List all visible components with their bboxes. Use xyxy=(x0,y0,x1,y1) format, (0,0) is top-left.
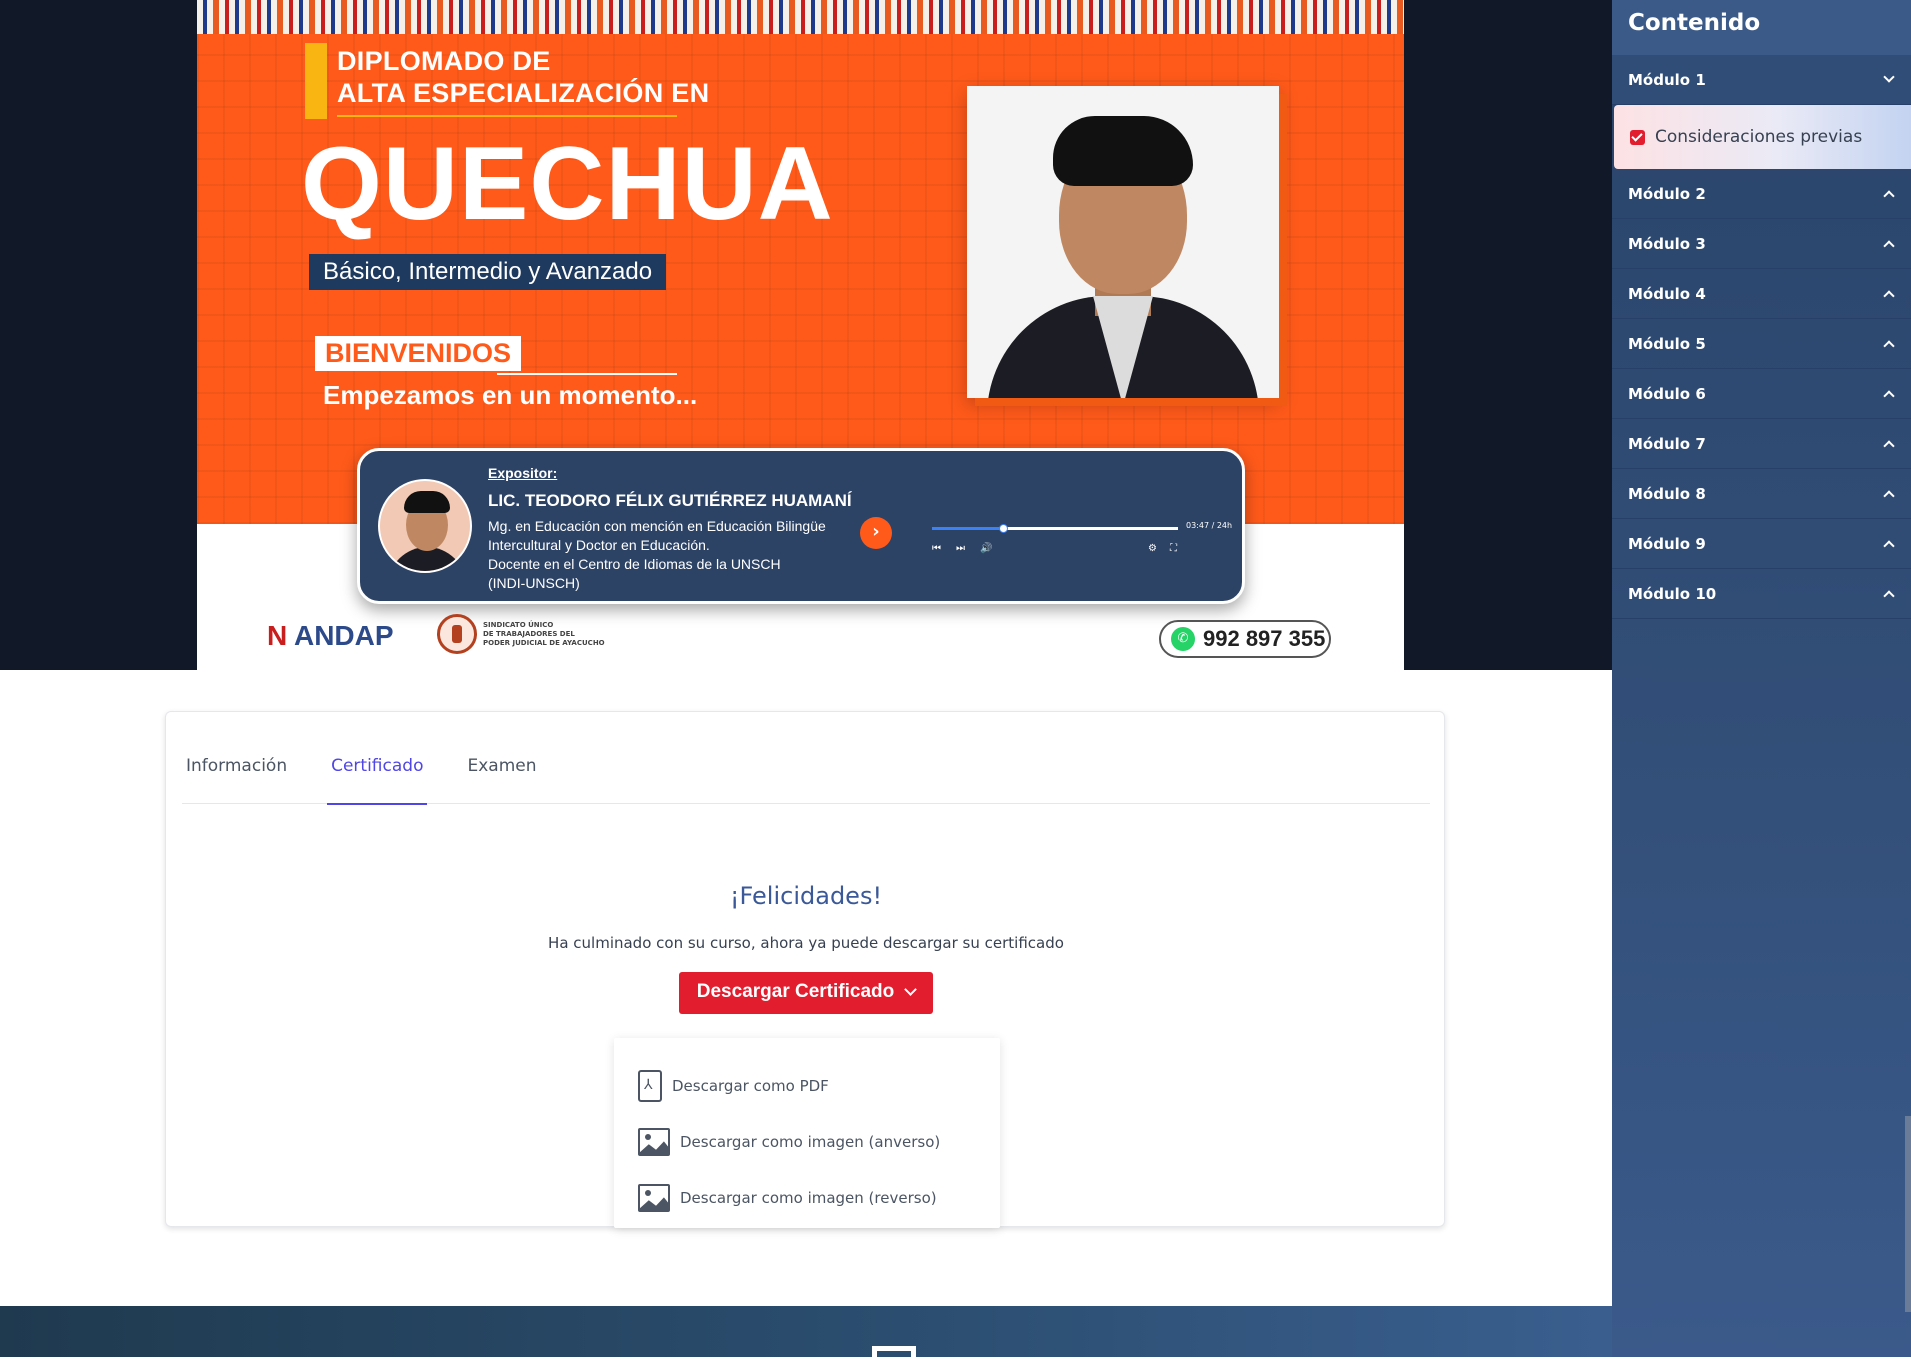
speaker-description: Mg. en Educación con mención en Educació… xyxy=(488,517,848,593)
download-button-label: Descargar Certificado xyxy=(696,981,895,1002)
course-card: Información Certificado Examen ¡Felicida… xyxy=(165,711,1446,1228)
banner-course-name: QUECHUA xyxy=(301,126,834,242)
lesson-label: Consideraciones previas xyxy=(1655,127,1863,147)
speaker-desc-line: Docente en el Centro de Idiomas de la UN… xyxy=(488,556,781,572)
download-certificate-button[interactable]: Descargar Certificado xyxy=(678,972,934,1014)
certificate-panel: ¡Felicidades! Ha culminado con su curso,… xyxy=(166,882,1446,1014)
speaker-avatar xyxy=(378,479,472,573)
player-progress-thumb[interactable] xyxy=(999,524,1009,533)
speaker-desc-line: Mg. en Educación con mención en Educació… xyxy=(488,518,826,534)
player-progress-bar[interactable] xyxy=(932,524,1178,533)
module-label: Módulo 2 xyxy=(1628,184,1706,203)
pdf-icon xyxy=(638,1070,662,1102)
download-front-image-option[interactable]: Descargar como imagen (anverso) xyxy=(614,1114,1000,1170)
footer-logo xyxy=(872,1346,916,1360)
banner-starting-text: Empezamos en un momento... xyxy=(323,380,698,410)
tabs: Información Certificado Examen xyxy=(182,712,1430,805)
lesson-consideraciones-previas[interactable]: Consideraciones previas xyxy=(1614,105,1911,169)
whatsapp-contact: ✆ 992 897 355 xyxy=(1159,620,1331,658)
module-1[interactable]: Módulo 1 xyxy=(1612,55,1911,105)
image-icon xyxy=(638,1184,670,1212)
module-7[interactable]: Módulo 7 xyxy=(1612,419,1911,469)
skip-back-icon[interactable]: ⏮ xyxy=(932,543,941,554)
chevron-up-icon xyxy=(1883,239,1895,252)
module-5[interactable]: Módulo 5 xyxy=(1612,319,1911,369)
chevron-down-icon xyxy=(904,982,918,996)
congrats-title: ¡Felicidades! xyxy=(729,882,883,910)
course-banner-video[interactable]: DIPLOMADO DE ALTA ESPECIALIZACIÓN EN QUE… xyxy=(197,0,1404,670)
module-10[interactable]: Módulo 10 xyxy=(1612,569,1911,619)
download-back-image-option[interactable]: Descargar como imagen (reverso) xyxy=(614,1170,1000,1226)
speaker-card: Expositor: LIC. TEODORO FÉLIX GUTIÉRREZ … xyxy=(357,448,1245,604)
banner-welcome: BIENVENIDOS xyxy=(315,336,522,371)
checkbox-checked-icon[interactable] xyxy=(1630,129,1645,145)
sidebar-title: Contenido xyxy=(1612,0,1911,55)
module-label: Módulo 8 xyxy=(1628,484,1706,503)
content-sidebar: Contenido Módulo 1 Consideraciones previ… xyxy=(1612,0,1911,1357)
module-label: Módulo 10 xyxy=(1628,584,1717,603)
tab-examen[interactable]: Examen xyxy=(463,712,540,804)
image-icon xyxy=(638,1128,670,1156)
download-option-label: Descargar como imagen (anverso) xyxy=(680,1133,941,1151)
module-label: Módulo 6 xyxy=(1628,384,1706,403)
module-label: Módulo 5 xyxy=(1628,334,1706,353)
chevron-up-icon xyxy=(1883,489,1895,502)
chevron-up-icon xyxy=(1883,539,1895,552)
player-progress-fill xyxy=(932,527,1004,530)
banner-title-line2: ALTA ESPECIALIZACIÓN EN xyxy=(337,78,710,108)
banner-accent-bar xyxy=(305,43,327,119)
speaker-desc-line: Intercultural y Doctor en Educación. xyxy=(488,537,710,553)
speaker-name: LIC. TEODORO FÉLIX GUTIÉRREZ HUAMANÍ xyxy=(488,491,852,510)
module-9[interactable]: Módulo 9 xyxy=(1612,519,1911,569)
module-label: Módulo 4 xyxy=(1628,284,1706,303)
phone-number: 992 897 355 xyxy=(1203,626,1326,651)
download-option-label: Descargar como imagen (reverso) xyxy=(680,1189,937,1207)
fullscreen-icon[interactable]: ⛶ xyxy=(1170,543,1177,554)
banner-pattern xyxy=(197,0,1404,34)
banner-divider xyxy=(337,115,677,117)
sindicato-logo: SINDICATO ÚNICO DE TRABAJADORES DEL PODE… xyxy=(437,614,613,654)
module-6[interactable]: Módulo 6 xyxy=(1612,369,1911,419)
tab-certificado[interactable]: Certificado xyxy=(327,712,428,805)
chevron-up-icon xyxy=(1883,289,1895,302)
sindicato-seal-icon xyxy=(437,614,477,654)
module-label: Módulo 7 xyxy=(1628,434,1706,453)
speaker-label: Expositor: xyxy=(488,465,558,481)
play-arrow-icon[interactable]: › xyxy=(860,517,892,549)
sidebar-scrollbar[interactable] xyxy=(1905,1116,1911,1312)
chevron-up-icon xyxy=(1883,389,1895,402)
andap-logo: N ANDAP xyxy=(267,620,394,651)
whatsapp-icon: ✆ xyxy=(1171,627,1195,651)
banner-welcome-divider xyxy=(497,373,677,375)
player-time: 03:47 / 24h xyxy=(1186,521,1233,530)
congrats-message: Ha culminado con su curso, ahora ya pued… xyxy=(548,934,1064,952)
banner-levels: Básico, Intermedio y Avanzado xyxy=(309,254,667,290)
module-3[interactable]: Módulo 3 xyxy=(1612,219,1911,269)
skip-forward-icon[interactable]: ⏭ xyxy=(956,543,965,554)
download-pdf-option[interactable]: Descargar como PDF xyxy=(614,1058,1000,1114)
chevron-up-icon xyxy=(1883,439,1895,452)
module-label: Módulo 1 xyxy=(1628,70,1706,89)
volume-icon[interactable]: 🔊 xyxy=(980,543,992,554)
speaker-photo xyxy=(967,86,1279,398)
module-4[interactable]: Módulo 4 xyxy=(1612,269,1911,319)
page-footer xyxy=(0,1306,1612,1360)
chevron-down-icon xyxy=(1883,70,1895,83)
module-label: Módulo 9 xyxy=(1628,534,1706,553)
banner-title-line1: DIPLOMADO DE xyxy=(337,46,551,76)
download-option-label: Descargar como PDF xyxy=(672,1077,829,1095)
chevron-up-icon xyxy=(1883,339,1895,352)
chevron-up-icon xyxy=(1883,189,1895,202)
download-dropdown-menu: Descargar como PDF Descargar como imagen… xyxy=(614,1038,1000,1228)
video-player[interactable]: DIPLOMADO DE ALTA ESPECIALIZACIÓN EN QUE… xyxy=(0,0,1612,670)
module-8[interactable]: Módulo 8 xyxy=(1612,469,1911,519)
chevron-up-icon xyxy=(1883,589,1895,602)
main-content: DIPLOMADO DE ALTA ESPECIALIZACIÓN EN QUE… xyxy=(0,0,1612,1360)
speaker-desc-line: (INDI-UNSCH) xyxy=(488,575,580,591)
module-2[interactable]: Módulo 2 xyxy=(1612,169,1911,219)
tab-informacion[interactable]: Información xyxy=(182,712,291,804)
settings-gear-icon[interactable]: ⚙ xyxy=(1148,543,1157,554)
module-label: Módulo 3 xyxy=(1628,234,1706,253)
